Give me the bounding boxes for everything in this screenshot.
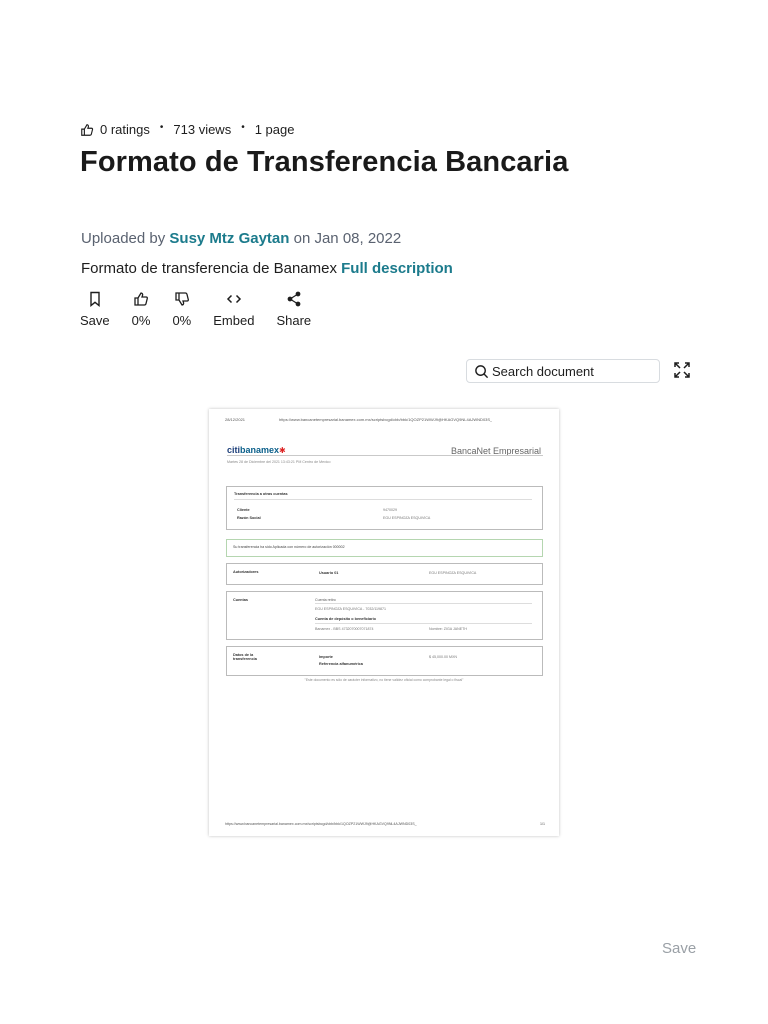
- doc-header-url: https://www.bancanetempresarial.banamex.…: [279, 417, 493, 422]
- upvote-button[interactable]: 0%: [131, 291, 151, 328]
- downvote-button[interactable]: 0%: [172, 291, 191, 328]
- doc-autorizadores-box: Autorizadores Usuario 01 EGU ESPINOZA ES…: [226, 563, 543, 585]
- doc-footer-url: https://www.bancanetempresarial.banamex.…: [225, 822, 417, 826]
- save-button[interactable]: Save: [80, 291, 110, 328]
- doc-razon-value: EGU ESPINOZA ESQUIVICA: [383, 516, 431, 520]
- bookmark-icon: [90, 291, 100, 307]
- doc-status-text: Su transferencia ha sido Aplicada con nú…: [233, 545, 345, 549]
- page-count: 1 page: [254, 122, 295, 137]
- search-input[interactable]: [492, 363, 652, 379]
- share-icon: [287, 291, 301, 307]
- bottom-save-button[interactable]: Save: [662, 940, 696, 957]
- doc-referencia-label: Referencia alfanumérica: [319, 662, 363, 666]
- doc-transfer-box: Transferencia a otras cuentas Cliente 94…: [226, 486, 543, 530]
- upvote-percent: 0%: [131, 313, 151, 328]
- upload-date: on Jan 08, 2022: [293, 230, 402, 247]
- doc-autorizadores-label: Autorizadores: [233, 570, 259, 574]
- doc-line: [234, 499, 532, 500]
- upload-info: Uploaded by Susy Mtz Gaytan on Jan 08, 2…: [81, 230, 401, 247]
- doc-datos-box: Datos de la transferencia Importe $ 45,0…: [226, 646, 543, 676]
- embed-button[interactable]: Embed: [213, 291, 254, 328]
- share-button[interactable]: Share: [276, 291, 311, 328]
- doc-footer: https://www.bancanetempresarial.banamex.…: [225, 822, 545, 826]
- doc-footer-page: 1/1: [540, 822, 545, 826]
- doc-cuenta-deposito-value: Banamex - BBS 4732070007071874: [315, 627, 374, 631]
- doc-usuario-label: Usuario 01: [319, 571, 339, 575]
- doc-datos-label: Datos de la transferencia: [233, 653, 257, 661]
- document-preview-page[interactable]: 28/12/2021 https://www.bancanetempresari…: [209, 409, 559, 836]
- doc-cuenta-retiro-label: Cuenta retiro: [315, 598, 336, 602]
- citibanamex-logo: citibanamex✱: [227, 445, 286, 455]
- doc-box-title: Transferencia a otras cuentas: [234, 492, 288, 496]
- uploaded-by-label: Uploaded by: [81, 230, 166, 247]
- doc-line: [315, 623, 532, 624]
- share-label: Share: [276, 313, 312, 328]
- ratings-count: 0 ratings: [100, 122, 150, 137]
- doc-cuenta-retiro-value: EGU ESPINOZA ESQUIVICA - 7032/119871: [315, 607, 387, 611]
- thumbs-up-icon: [81, 123, 94, 136]
- doc-importe-value: $ 45,000.00 MXN: [429, 655, 457, 659]
- document-title: Formato de Transferencia Bancaria: [80, 146, 569, 178]
- views-count: 713 views: [173, 122, 232, 137]
- description: Formato de transferencia de Banamex Full…: [81, 260, 453, 277]
- action-bar: Save 0% 0% Embed Share: [80, 291, 333, 328]
- document-meta: 0 ratings • 713 views • 1 page: [80, 122, 294, 137]
- doc-importe-label: Importe: [319, 655, 333, 659]
- thumbs-up-icon: [134, 292, 149, 306]
- doc-usuario-value: EGU ESPINOZA ESQUIVICA: [429, 571, 477, 575]
- doc-cuenta-deposito-extra: Nombre: ZIGA JANETH: [429, 627, 467, 631]
- doc-header-date: 28/12/2021: [225, 417, 246, 422]
- code-icon: [226, 294, 241, 304]
- expand-icon[interactable]: [673, 361, 691, 379]
- description-text: Formato de transferencia de Banamex: [81, 260, 337, 277]
- doc-cuenta-deposito-label: Cuenta de depósito o beneficiario: [315, 617, 376, 621]
- save-label: Save: [80, 313, 110, 328]
- separator: •: [159, 122, 164, 133]
- full-description-link[interactable]: Full description: [341, 260, 453, 277]
- doc-cliente-value: 9470029: [383, 508, 397, 512]
- doc-cuentas-box: Cuentas Cuenta retiro EGU ESPINOZA ESQUI…: [226, 591, 543, 640]
- doc-header: 28/12/2021 https://www.bancanetempresari…: [225, 417, 549, 422]
- embed-label: Embed: [213, 313, 255, 328]
- author-link[interactable]: Susy Mtz Gaytan: [169, 230, 289, 247]
- doc-status-box: Su transferencia ha sido Aplicada con nú…: [226, 539, 543, 557]
- doc-cuentas-label: Cuentas: [233, 598, 248, 602]
- thumbs-down-icon: [175, 292, 189, 306]
- doc-disclaimer: "Este documento es sólo de carácter info…: [304, 678, 464, 682]
- doc-divider: [227, 455, 543, 456]
- search-icon: [475, 364, 489, 378]
- search-box[interactable]: [466, 359, 660, 383]
- doc-date-line: Martes 28 de Diciembre del 2021 13:43:21…: [227, 460, 331, 464]
- doc-cliente-label: Cliente: [237, 508, 250, 512]
- separator: •: [241, 122, 245, 133]
- downvote-percent: 0%: [172, 313, 192, 328]
- doc-razon-label: Razón Social: [237, 516, 261, 520]
- doc-line: [315, 603, 532, 604]
